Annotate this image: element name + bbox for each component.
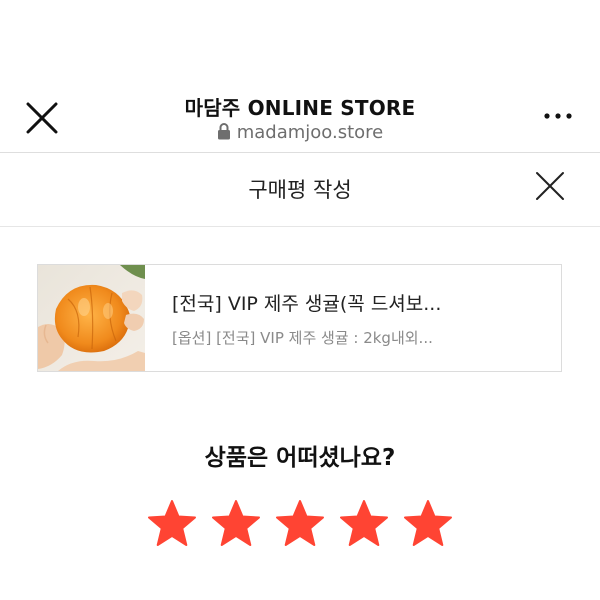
- modal-header-divider: [0, 226, 600, 227]
- more-dots-icon: [544, 113, 572, 119]
- product-name: [전국] VIP 제주 생귤(꼭 드셔보...: [172, 293, 442, 315]
- product-card: [전국] VIP 제주 생귤(꼭 드셔보... [옵션] [전국] VIP 제주…: [37, 264, 562, 372]
- star-icon: [276, 500, 324, 546]
- lock-icon: [217, 123, 230, 140]
- browser-header: 마담주 ONLINE STORE madamjoo.store: [0, 0, 600, 152]
- more-options-button[interactable]: [540, 104, 576, 128]
- star-4-button[interactable]: [338, 498, 390, 550]
- site-title: 마담주 ONLINE STORE: [184, 96, 416, 120]
- star-5-button[interactable]: [402, 498, 454, 550]
- site-url-text: madamjoo.store: [236, 122, 384, 143]
- star-icon: [404, 500, 452, 546]
- header-divider: [0, 152, 600, 153]
- site-url[interactable]: madamjoo.store: [0, 122, 600, 143]
- product-thumbnail: [38, 265, 145, 371]
- star-2-button[interactable]: [210, 498, 262, 550]
- page: 마담주 ONLINE STORE madamjoo.store 구매평 작성 […: [0, 0, 600, 600]
- star-icon: [340, 500, 388, 546]
- review-modal-title: 구매평 작성: [248, 178, 352, 202]
- review-close-button[interactable]: [534, 170, 566, 202]
- product-option: [옵션] [전국] VIP 제주 생귤 : 2kg내외...: [172, 329, 433, 347]
- star-1-button[interactable]: [146, 498, 198, 550]
- star-3-button[interactable]: [274, 498, 326, 550]
- tangerine-image: [38, 265, 145, 371]
- star-rating: [0, 498, 600, 550]
- star-icon: [148, 500, 196, 546]
- rating-question: 상품은 어떠셨나요?: [204, 445, 396, 471]
- close-icon: [536, 172, 564, 200]
- star-icon: [212, 500, 260, 546]
